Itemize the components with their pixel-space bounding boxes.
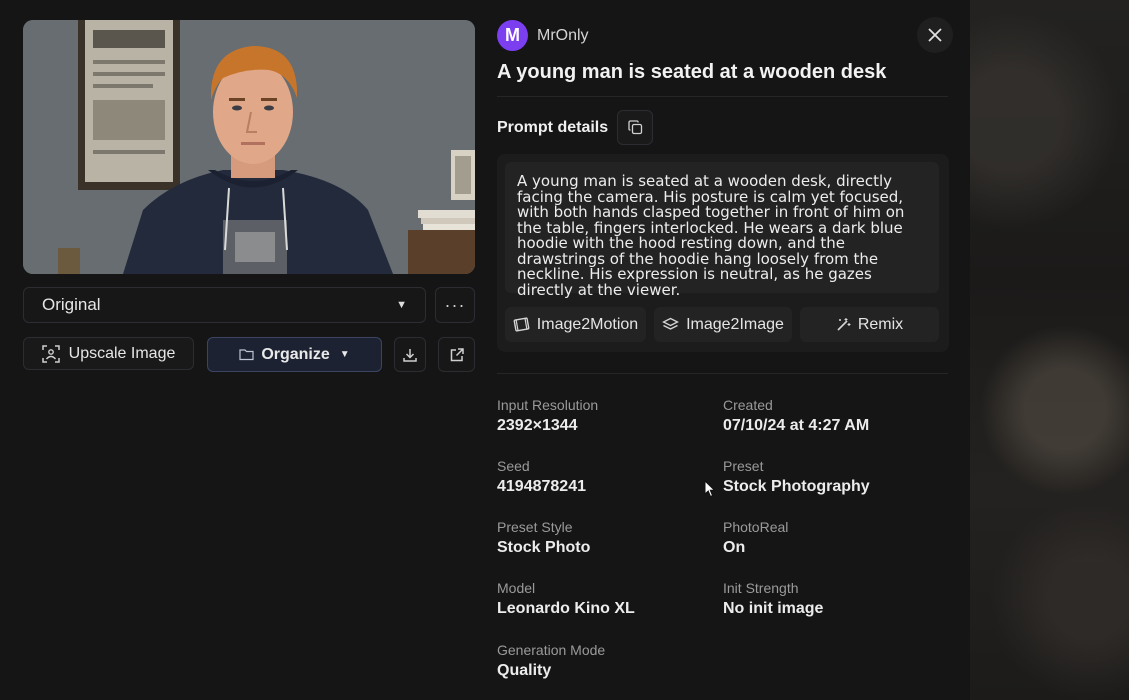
detail-label: Model (497, 580, 536, 596)
upscale-image-button[interactable]: Upscale Image (23, 337, 194, 370)
prompt-details-label: Prompt details (497, 119, 609, 136)
download-icon (403, 348, 417, 362)
image2motion-button[interactable]: Image2Motion (505, 307, 646, 342)
preset-style-detail: Preset Style Stock Photo (497, 519, 590, 558)
detail-label: Seed (497, 458, 530, 474)
detail-value: 4194878241 (497, 478, 586, 495)
film-icon (513, 317, 530, 332)
photoreal-detail: PhotoReal On (723, 519, 788, 558)
preset-detail: Preset Stock Photography (723, 458, 870, 497)
seed-detail: Seed 4194878241 (497, 458, 586, 497)
image2image-button[interactable]: Image2Image (654, 307, 792, 342)
detail-label: Created (723, 397, 773, 413)
prompt-text: A young man is seated at a wooden desk, … (517, 172, 905, 299)
organize-label: Organize (261, 345, 330, 363)
divider (497, 373, 948, 374)
folder-icon (239, 349, 254, 361)
external-link-icon (450, 347, 464, 361)
detail-value: On (723, 539, 746, 556)
created-detail: Created 07/10/24 at 4:27 AM (723, 397, 869, 436)
detail-label: Generation Mode (497, 642, 606, 658)
copy-icon (627, 120, 642, 135)
variant-select-value: Original (42, 295, 101, 314)
upscale-image-label: Upscale Image (68, 344, 176, 362)
generation-mode-detail: Generation Mode Quality (497, 642, 605, 681)
detail-value: 07/10/24 at 4:27 AM (723, 417, 870, 434)
detail-label: Preset Style (497, 519, 573, 535)
blurred-backdrop[interactable] (970, 0, 1129, 700)
avatar[interactable]: M (497, 20, 528, 51)
portrait-illustration (23, 20, 475, 274)
chevron-down-icon: ▼ (339, 349, 350, 360)
mouse-cursor-icon (704, 480, 716, 498)
image2image-label: Image2Image (686, 315, 784, 333)
layers-icon (662, 317, 680, 330)
close-button[interactable] (917, 17, 953, 53)
detail-value: Leonardo Kino XL (497, 600, 635, 617)
init-strength-detail: Init Strength No init image (723, 580, 823, 619)
model-detail: Model Leonardo Kino XL (497, 580, 635, 619)
variant-select[interactable]: Original ▼ (23, 287, 426, 323)
input-resolution-detail: Input Resolution 2392×1344 (497, 397, 598, 436)
detail-label: Init Strength (723, 580, 799, 596)
close-icon (928, 28, 942, 42)
image2motion-label: Image2Motion (536, 315, 639, 333)
detail-value: 2392×1344 (497, 417, 578, 434)
ellipsis-icon: ··· (444, 294, 466, 315)
generated-image[interactable] (23, 20, 475, 274)
upscale-icon (41, 344, 60, 363)
page-title: A young man is seated at a wooden desk (497, 61, 887, 83)
detail-label: Input Resolution (497, 397, 599, 413)
prompt-text-box: A young man is seated at a wooden desk, … (505, 162, 939, 297)
detail-label: Preset (723, 458, 764, 474)
divider (497, 96, 948, 97)
username[interactable]: MrOnly (537, 27, 589, 45)
detail-value: Stock Photo (497, 539, 591, 556)
detail-value: No init image (723, 600, 824, 617)
detail-value: Stock Photography (723, 478, 870, 495)
more-options-button[interactable]: ··· (435, 287, 475, 323)
remix-button[interactable]: Remix (800, 307, 939, 342)
open-external-button[interactable] (438, 337, 475, 372)
magic-wand-icon (837, 318, 851, 331)
detail-label: PhotoReal (723, 519, 789, 535)
chevron-down-icon: ▼ (396, 299, 407, 311)
download-button[interactable] (394, 337, 426, 372)
copy-prompt-button[interactable] (617, 110, 653, 145)
organize-button[interactable]: Organize ▼ (207, 337, 382, 372)
remix-label: Remix (857, 315, 904, 333)
detail-value: Quality (497, 662, 552, 679)
